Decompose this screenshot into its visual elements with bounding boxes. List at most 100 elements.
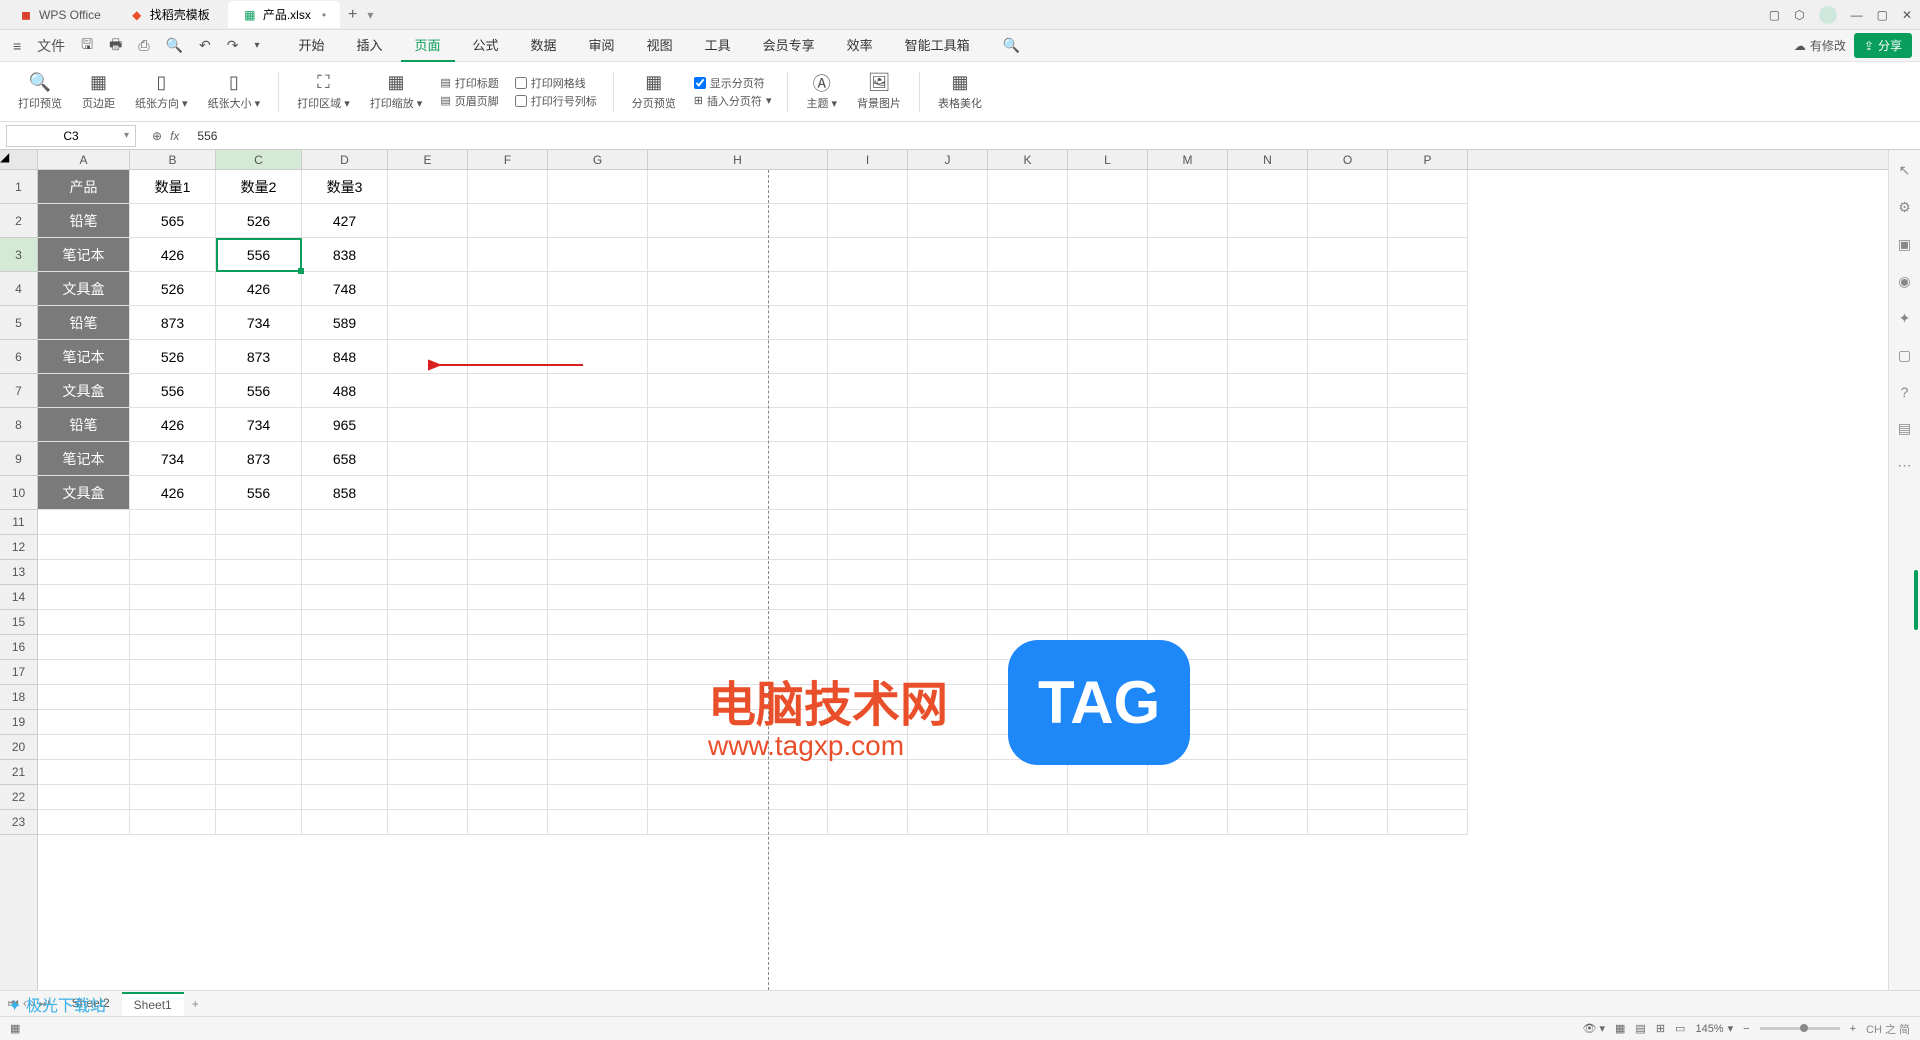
cell[interactable] bbox=[828, 535, 908, 560]
cell[interactable] bbox=[216, 785, 302, 810]
cell[interactable] bbox=[38, 535, 130, 560]
cell[interactable]: 848 bbox=[302, 340, 388, 374]
cell[interactable] bbox=[1308, 760, 1388, 785]
cell[interactable]: 873 bbox=[130, 306, 216, 340]
cell[interactable] bbox=[1308, 170, 1388, 204]
cell[interactable] bbox=[468, 735, 548, 760]
cell[interactable] bbox=[648, 306, 828, 340]
cell[interactable] bbox=[988, 585, 1068, 610]
cell[interactable] bbox=[548, 660, 648, 685]
print-rowcol-checkbox[interactable]: 打印行号列标 bbox=[515, 93, 597, 109]
cell[interactable] bbox=[648, 204, 828, 238]
cell[interactable] bbox=[908, 408, 988, 442]
cell[interactable] bbox=[302, 560, 388, 585]
cell[interactable] bbox=[468, 204, 548, 238]
cell[interactable] bbox=[1228, 560, 1308, 585]
theme-button[interactable]: Ⓐ主题 ▾ bbox=[798, 73, 845, 111]
cell[interactable] bbox=[648, 442, 828, 476]
cell[interactable] bbox=[988, 340, 1068, 374]
cell[interactable] bbox=[988, 442, 1068, 476]
cell[interactable]: 铅笔 bbox=[38, 204, 130, 238]
cell[interactable] bbox=[1228, 585, 1308, 610]
cell[interactable] bbox=[1148, 810, 1228, 835]
cell[interactable] bbox=[388, 560, 468, 585]
cell[interactable] bbox=[648, 635, 828, 660]
cell[interactable] bbox=[548, 535, 648, 560]
cell[interactable] bbox=[1148, 785, 1228, 810]
cell[interactable] bbox=[548, 204, 648, 238]
cell[interactable] bbox=[908, 560, 988, 585]
cell[interactable] bbox=[1148, 272, 1228, 306]
cell[interactable]: 笔记本 bbox=[38, 442, 130, 476]
cell[interactable] bbox=[1308, 560, 1388, 585]
menu-tab-6[interactable]: 视图 bbox=[633, 29, 687, 62]
background-button[interactable]: 🖼背景图片 bbox=[849, 73, 909, 111]
cell[interactable] bbox=[548, 735, 648, 760]
cell[interactable] bbox=[468, 710, 548, 735]
menu-tab-7[interactable]: 工具 bbox=[691, 29, 745, 62]
cell[interactable] bbox=[38, 710, 130, 735]
cell[interactable] bbox=[1308, 408, 1388, 442]
cell[interactable] bbox=[988, 510, 1068, 535]
cell[interactable] bbox=[828, 204, 908, 238]
cell[interactable] bbox=[1388, 238, 1468, 272]
cell[interactable] bbox=[548, 510, 648, 535]
cell[interactable] bbox=[908, 272, 988, 306]
sheet-tab[interactable]: Sheet1 bbox=[122, 992, 184, 1016]
minimize-button[interactable]: — bbox=[1851, 8, 1863, 22]
cell[interactable] bbox=[468, 374, 548, 408]
more-icon[interactable]: ⋯ bbox=[1898, 457, 1912, 474]
cell[interactable] bbox=[388, 785, 468, 810]
cell[interactable] bbox=[302, 635, 388, 660]
cell[interactable] bbox=[988, 408, 1068, 442]
cell[interactable] bbox=[38, 635, 130, 660]
cell[interactable] bbox=[302, 510, 388, 535]
cell[interactable] bbox=[130, 810, 216, 835]
cell[interactable] bbox=[1228, 610, 1308, 635]
cell[interactable]: 556 bbox=[216, 238, 302, 272]
cell[interactable] bbox=[1388, 735, 1468, 760]
cell[interactable] bbox=[988, 785, 1068, 810]
cell[interactable] bbox=[216, 610, 302, 635]
cell[interactable] bbox=[1068, 238, 1148, 272]
cell[interactable] bbox=[1068, 785, 1148, 810]
cell[interactable] bbox=[1068, 510, 1148, 535]
cell[interactable] bbox=[1148, 585, 1228, 610]
cell[interactable] bbox=[468, 510, 548, 535]
cell[interactable]: 526 bbox=[130, 272, 216, 306]
cell[interactable] bbox=[1068, 476, 1148, 510]
row-header[interactable]: 20 bbox=[0, 735, 37, 760]
cell[interactable] bbox=[1308, 374, 1388, 408]
cell[interactable] bbox=[1308, 610, 1388, 635]
cell[interactable] bbox=[38, 735, 130, 760]
tab-menu-chevron-icon[interactable]: ▾ bbox=[367, 8, 373, 22]
column-header[interactable]: P bbox=[1388, 150, 1468, 169]
cell[interactable] bbox=[388, 238, 468, 272]
tab-dot-icon[interactable]: • bbox=[322, 8, 326, 22]
cell[interactable]: 526 bbox=[216, 204, 302, 238]
cell[interactable] bbox=[388, 170, 468, 204]
cell[interactable] bbox=[468, 272, 548, 306]
cell[interactable] bbox=[828, 760, 908, 785]
cell[interactable] bbox=[468, 610, 548, 635]
cell[interactable] bbox=[468, 760, 548, 785]
cell[interactable] bbox=[302, 810, 388, 835]
cell[interactable] bbox=[468, 785, 548, 810]
cell[interactable] bbox=[1228, 510, 1308, 535]
style-icon[interactable]: ▣ bbox=[1898, 236, 1911, 253]
cell[interactable] bbox=[1228, 306, 1308, 340]
cell[interactable] bbox=[1388, 760, 1468, 785]
cell[interactable] bbox=[648, 560, 828, 585]
cell[interactable] bbox=[828, 340, 908, 374]
cell[interactable] bbox=[388, 635, 468, 660]
cell[interactable] bbox=[1308, 306, 1388, 340]
cells-area[interactable]: 电脑技术网 www.tagxp.com TAG 产品数量1数量2数量3铅笔565… bbox=[38, 170, 1888, 990]
cell[interactable]: 笔记本 bbox=[38, 238, 130, 272]
cell[interactable]: 426 bbox=[130, 476, 216, 510]
maximize-button[interactable]: ▢ bbox=[1877, 8, 1888, 22]
search-icon[interactable]: 🔍 bbox=[998, 34, 1025, 57]
cell[interactable] bbox=[216, 735, 302, 760]
cell[interactable] bbox=[216, 510, 302, 535]
column-header[interactable]: F bbox=[468, 150, 548, 169]
cell[interactable]: 873 bbox=[216, 442, 302, 476]
